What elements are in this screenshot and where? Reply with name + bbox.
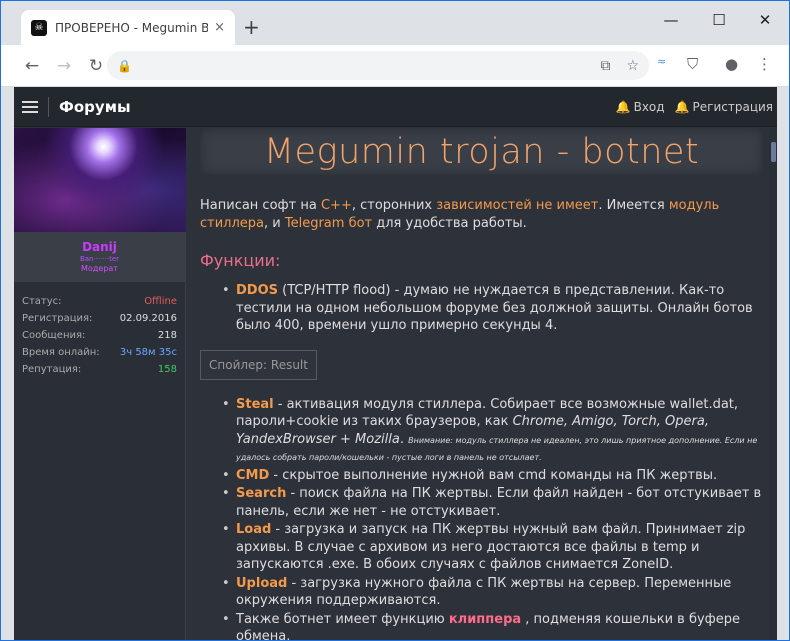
back-icon[interactable]: ←	[18, 56, 46, 76]
bookmark-star-icon[interactable]: ☆	[626, 58, 639, 74]
list-item: Steal - активация модуля стиллера. Собир…	[222, 396, 763, 466]
stat-value: 02.09.2016	[119, 313, 177, 324]
list-item: Upload - загрузка нужного файла с ПК жер…	[222, 575, 763, 610]
intro-text: для удобства работы.	[372, 216, 527, 231]
feature-keyword: Upload	[236, 575, 288, 591]
translate-icon[interactable]: ⧉	[600, 58, 610, 74]
browser-window: ☠ ПРОВЕРЕНО - Megumin Botnet | × + — ☐ ✕…	[0, 0, 790, 641]
functions-heading: Функции:	[200, 251, 281, 270]
tab-title: ПРОВЕРЕНО - Megumin Botnet |	[55, 20, 208, 35]
stat-row: Сообщения: 218	[22, 330, 177, 341]
tab-close-icon[interactable]: ×	[214, 20, 225, 35]
address-bar[interactable]: 🔒 ⧉ ☆	[107, 51, 649, 80]
list-item: Load - загрузка и запуск на ПК жертвы ну…	[222, 521, 763, 574]
extension-icon[interactable]: ≈	[657, 55, 666, 68]
stat-label: Сообщения:	[22, 330, 86, 341]
user-avatar[interactable]	[14, 128, 186, 232]
nav-divider	[48, 96, 49, 117]
register-link[interactable]: 🔔 Регистрация	[675, 100, 773, 114]
feature-keyword: клиппера	[448, 611, 522, 627]
list-item: Search - поиск файла на ПК жертвы. Если …	[222, 485, 763, 520]
feature-keyword: Search	[236, 486, 287, 501]
list-item: DDOS (TCP/HTTP flood) - думаю не нуждает…	[222, 282, 763, 335]
spoiler-button[interactable]: Спойлер: Result	[200, 349, 317, 380]
bell-icon: 🔔	[615, 99, 631, 114]
post-body: Megumin trojan - botnet Написан софт на …	[186, 128, 777, 641]
intro-text: Написан софт на	[200, 198, 321, 213]
close-window-button[interactable]: ✕	[755, 11, 775, 29]
feature-text: .	[399, 431, 409, 447]
list-item: Также ботнет имеет функцию клиппера , по…	[222, 611, 763, 641]
stat-value: Offline	[144, 296, 177, 307]
intro-text: , и	[264, 216, 285, 231]
stat-row: Регистрация: 02.09.2016	[22, 313, 177, 324]
feature-keyword: Load	[236, 522, 272, 537]
feature-text: - скрытое выполнение нужной вам cmd кома…	[269, 467, 718, 483]
stat-row: Время онлайн: 3ч 58м 35с	[22, 347, 177, 358]
nav-actions: 🔔 Вход 🔔 Регистрация	[616, 100, 777, 114]
feature-list-2: Steal - активация модуля стиллера. Собир…	[200, 396, 763, 641]
browser-toolbar: ← → ↻ 🔒 ⧉ ☆ ≈ ⛉ ● ⋮	[1, 45, 789, 87]
bell-icon-2: 🔔	[674, 99, 690, 114]
intro-text: . Имеется	[598, 198, 669, 213]
user-stats: Статус: Offline Регистрация: 02.09.2016 Со…	[14, 282, 185, 375]
thread-content: Danij Ban·······ter Модерат Статус: Offli…	[14, 128, 777, 641]
feature-text: - поиск файла на ПК жертвы. Если файл на…	[236, 486, 762, 519]
scrollbar-thumb[interactable]	[771, 142, 776, 162]
stat-value: 3ч 58м 35с	[119, 347, 177, 358]
intro-text: , сторонних	[351, 198, 437, 213]
page-scrollbar[interactable]	[769, 128, 777, 640]
login-link[interactable]: 🔔 Вход	[616, 100, 665, 114]
new-tab-button[interactable]: +	[243, 17, 260, 37]
feature-text: - загрузка и запуск на ПК жертвы нужный …	[236, 522, 746, 572]
stat-value: 218	[157, 330, 177, 341]
post-intro: Написан софт на C++, сторонних зависимос…	[200, 197, 763, 233]
stat-label: Время онлайн:	[22, 347, 100, 358]
feature-keyword: DDOS	[236, 283, 278, 298]
forum-navbar: Форумы 🔔 Вход 🔔 Регистрация	[14, 87, 777, 127]
stat-label: Статус:	[22, 296, 62, 307]
user-title: Ban·······ter	[79, 255, 120, 263]
forward-icon[interactable]: →	[50, 56, 78, 76]
username[interactable]: Danij	[14, 240, 185, 254]
stat-label: Репутация:	[22, 364, 82, 375]
author-sidebar: Danij Ban·······ter Модерат Статус: Offli…	[14, 128, 186, 640]
feature-list-1: DDOS (TCP/HTTP flood) - думаю не нуждает…	[200, 282, 763, 335]
intro-highlight: Telegram бот	[284, 216, 373, 231]
shield-icon[interactable]: ⛉	[687, 55, 698, 73]
maximize-button[interactable]: ☐	[709, 11, 729, 29]
post-banner: Megumin trojan - botnet	[200, 128, 763, 175]
reload-icon[interactable]: ↻	[82, 56, 110, 76]
hamburger-menu-icon[interactable]	[22, 100, 38, 113]
lock-icon: 🔒	[117, 58, 132, 73]
minimize-button[interactable]: —	[661, 11, 681, 29]
feature-text: (TCP/HTTP flood) - думаю не нуждается в …	[236, 283, 753, 333]
menu-dots-icon[interactable]: ⋮	[757, 55, 772, 73]
list-item: CMD - скрытое выполнение нужной вам cmd …	[222, 467, 763, 485]
stat-label: Регистрация:	[22, 313, 93, 324]
user-role: Модерат	[81, 264, 118, 273]
register-label: Регистрация	[692, 99, 773, 114]
forum-brand[interactable]: Форумы	[59, 98, 131, 116]
forum-page: Форумы 🔔 Вход 🔔 Регистрация Danij Ban·····…	[14, 87, 777, 641]
browser-tab[interactable]: ☠ ПРОВЕРЕНО - Megumin Botnet | ×	[21, 10, 235, 45]
title-bar: ☠ ПРОВЕРЕНО - Megumin Botnet | × + — ☐ ✕	[1, 1, 789, 45]
feature-keyword: CMD	[236, 467, 270, 483]
login-label: Вход	[633, 99, 665, 114]
user-info: Danij Ban·······ter Модерат	[14, 232, 185, 282]
feature-text: Также ботнет имеет функцию	[236, 611, 449, 627]
profile-icon[interactable]: ●	[725, 55, 738, 73]
feature-keyword: Steal	[236, 396, 274, 412]
feature-text: - загрузка нужного файла с ПК жертвы на …	[236, 575, 732, 609]
stat-value: 158	[157, 364, 177, 375]
intro-highlight: C++	[320, 198, 352, 213]
skull-icon: ☠	[31, 19, 47, 36]
intro-highlight: зависимостей не имеет	[436, 198, 599, 213]
stat-row: Репутация: 158	[22, 364, 177, 375]
stat-row: Статус: Offline	[22, 296, 177, 307]
